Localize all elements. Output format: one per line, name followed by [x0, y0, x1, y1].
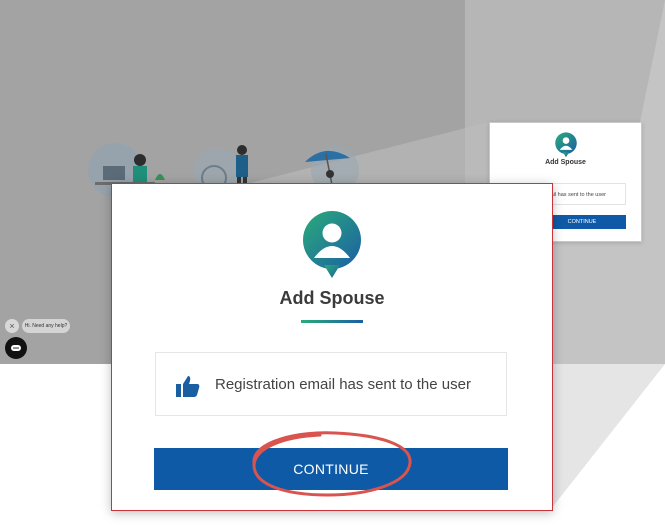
success-message: Registration email has sent to the user — [215, 376, 471, 393]
mini-card-title: Add Spouse — [545, 159, 586, 166]
chat-help-bubble[interactable]: Hi. Need any help? — [22, 319, 70, 333]
thumbs-up-icon — [176, 376, 200, 397]
modal-title: Add Spouse — [279, 288, 385, 308]
add-spouse-modal: Add Spouse Registration email has sent t… — [111, 183, 553, 511]
chat-launcher-button[interactable] — [5, 337, 27, 359]
success-message-box: Registration email has sent to the user — [155, 352, 507, 416]
user-avatar-icon — [555, 132, 577, 158]
user-avatar-icon — [303, 211, 361, 278]
chat-icon — [11, 345, 21, 351]
title-underline — [301, 320, 363, 323]
continue-button[interactable]: CONTINUE — [154, 448, 508, 490]
chat-close-icon[interactable]: × — [5, 319, 19, 333]
